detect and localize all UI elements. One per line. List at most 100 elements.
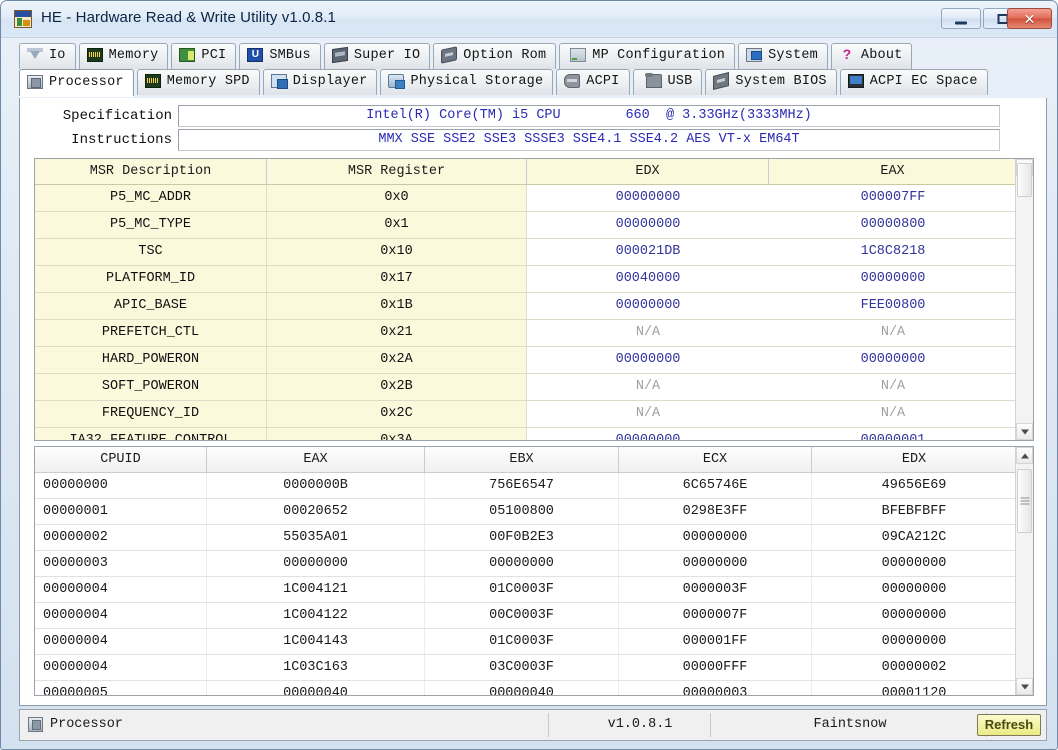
tab-super-io[interactable]: Super IO [323, 43, 431, 69]
display-icon [270, 74, 288, 89]
tab-row-primary: Io Memory PCI SMBus Super IO Option Rom MP Con… [19, 43, 915, 69]
tab-displayer[interactable]: Displayer [262, 69, 378, 95]
table-row[interactable]: 00000000 0000000B 756E6547 6C65746E 49656E69 [35, 473, 1033, 499]
table-cell: 00000000 [425, 551, 619, 576]
cpuid-column-header[interactable]: EBX [425, 447, 619, 473]
table-cell: 1C004122 [207, 603, 425, 628]
table-cell: IA32_FEATURE_CONTROL [35, 428, 267, 440]
pci-card-icon [179, 48, 196, 62]
tab-system[interactable]: System [738, 43, 828, 69]
tab-memory[interactable]: Memory [78, 43, 169, 69]
tab-label: MP Configuration [592, 48, 726, 63]
cpuid-scrollbar[interactable] [1015, 447, 1033, 695]
table-row[interactable]: FREQUENCY_ID 0x2C N/A N/A [35, 401, 1033, 428]
cpuid-scroll-down-button[interactable] [1016, 678, 1033, 695]
table-row[interactable]: TSC 0x10 000021DB 1C8C8218 [35, 239, 1033, 266]
table-row[interactable]: 00000004 1C004143 01C0003F 000001FF 00000000 [35, 629, 1033, 655]
table-cell: P5_MC_ADDR [35, 185, 267, 211]
system-monitor-icon [746, 48, 763, 62]
table-cell: 0x2B [267, 374, 527, 400]
cpuid-column-header[interactable]: ECX [619, 447, 812, 473]
minimize-button[interactable] [941, 8, 981, 29]
table-row[interactable]: 00000004 1C004122 00C0003F 0000007F 00000000 [35, 603, 1033, 629]
tab-processor[interactable]: Processor [19, 69, 134, 96]
tab-acpi-ec-space[interactable]: ACPI EC Space [839, 69, 988, 95]
tab-smbus[interactable]: SMBus [239, 43, 321, 69]
status-separator [548, 713, 549, 737]
table-row[interactable]: SOFT_POWERON 0x2B N/A N/A [35, 374, 1033, 401]
table-cell: 00F0B2E3 [425, 525, 619, 550]
cpuid-scroll-thumb[interactable] [1017, 469, 1032, 533]
table-row[interactable]: IA32_FEATURE_CONTROL0x3A0000000000000001 [35, 428, 1033, 440]
close-icon: ✕ [1023, 10, 1036, 27]
tab-acpi[interactable]: ACPI [556, 69, 630, 95]
table-row[interactable]: APIC_BASE 0x1B 00000000 FEE00800 [35, 293, 1033, 320]
table-row[interactable]: PLATFORM_ID 0x17 00040000 00000000 [35, 266, 1033, 293]
table-cell: 00000004 [35, 629, 207, 654]
msr-column-header[interactable]: EAX [769, 159, 1017, 185]
table-cell: 00000040 [425, 681, 619, 695]
table-cell: 00000001 [35, 499, 207, 524]
tab-system-bios[interactable]: System BIOS [705, 69, 837, 95]
table-cell: 00020652 [207, 499, 425, 524]
tab-memory-spd[interactable]: Memory SPD [136, 69, 260, 95]
smbus-icon [247, 48, 264, 62]
table-row[interactable]: 00000003 00000000 00000000 00000000 00000000 [35, 551, 1033, 577]
cpuid-scroll-up-button[interactable] [1016, 447, 1033, 464]
tab-option-rom[interactable]: Option Rom [433, 43, 557, 69]
cpu-icon [27, 74, 43, 89]
table-cell: 00000001 [769, 428, 1017, 440]
close-button[interactable]: ✕ [1007, 8, 1052, 29]
table-cell: 00C0003F [425, 603, 619, 628]
rom-chip-icon [441, 46, 458, 64]
table-cell: 00000000 [207, 551, 425, 576]
table-row[interactable]: PREFETCH_CTL 0x21 N/A N/A [35, 320, 1033, 347]
table-row[interactable]: HARD_POWERON 0x2A 00000000 00000000 [35, 347, 1033, 374]
table-row[interactable]: 00000004 1C03C163 03C0003F 00000FFF 00000002 [35, 655, 1033, 681]
table-cell: 00000005 [35, 681, 207, 695]
cpuid-column-header[interactable]: EAX [207, 447, 425, 473]
msr-scrollbar[interactable] [1015, 159, 1033, 440]
table-cell: 0x2C [267, 401, 527, 427]
tab-mp-configuration[interactable]: MP Configuration [559, 43, 736, 69]
table-row[interactable]: 00000002 55035A01 00F0B2E3 00000000 09CA212C [35, 525, 1033, 551]
msr-scroll-thumb[interactable] [1017, 163, 1032, 197]
funnel-icon [27, 48, 43, 62]
cpuid-column-header[interactable]: EDX [812, 447, 1017, 473]
tab-physical-storage[interactable]: Physical Storage [380, 69, 554, 95]
table-cell: N/A [880, 379, 906, 394]
table-cell: TSC [35, 239, 267, 265]
msr-scroll-down-button[interactable] [1016, 423, 1033, 440]
msr-table-body: P5_MC_ADDR 0x0 00000000 000007FF P5_MC_TYPE 0… [35, 185, 1033, 440]
tab-pci[interactable]: PCI [171, 43, 237, 69]
specification-value: Intel(R) Core(TM) i5 CPU 660 @ 3.33GHz(3… [178, 105, 1000, 127]
refresh-button[interactable]: Refresh [977, 714, 1041, 736]
tab-io[interactable]: Io [19, 43, 76, 69]
table-cell: PLATFORM_ID [35, 266, 267, 292]
table-cell: 00000000 [35, 473, 207, 498]
table-cell: 6C65746E [619, 473, 812, 498]
tab-about[interactable]: About [830, 43, 913, 69]
table-row[interactable]: 00000004 1C004121 01C0003F 0000003F 00000000 [35, 577, 1033, 603]
table-row[interactable]: P5_MC_TYPE 0x1 00000000 00000800 [35, 212, 1033, 239]
table-row[interactable]: 00000005 00000040 00000040 00000003 00001120 [35, 681, 1033, 695]
table-cell: 756E6547 [425, 473, 619, 498]
cpuid-column-header[interactable]: CPUID [35, 447, 207, 473]
table-row[interactable]: 00000001 00020652 05100800 0298E3FF BFEBFBFF [35, 499, 1033, 525]
usb-plug-icon [644, 73, 662, 88]
table-cell: 00000000 [527, 428, 769, 440]
table-cell: N/A [635, 379, 661, 394]
processor-panel: Specification Intel(R) Core(TM) i5 CPU 6… [19, 98, 1047, 706]
table-row[interactable]: P5_MC_ADDR 0x0 00000000 000007FF [35, 185, 1033, 212]
table-cell: 00000000 [619, 551, 812, 576]
ram-module-icon [144, 74, 161, 88]
status-section-label: Processor [50, 717, 123, 732]
msr-column-header[interactable]: EDX [527, 159, 769, 185]
msr-column-header[interactable]: MSR Description [35, 159, 267, 185]
tab-usb[interactable]: USB [632, 69, 703, 95]
tab-label: Memory SPD [166, 74, 250, 89]
table-cell: 0x2A [267, 347, 527, 373]
msr-column-header[interactable]: MSR Register [267, 159, 527, 185]
table-cell: FEE00800 [860, 298, 926, 313]
table-cell: 00000000 [860, 352, 926, 367]
